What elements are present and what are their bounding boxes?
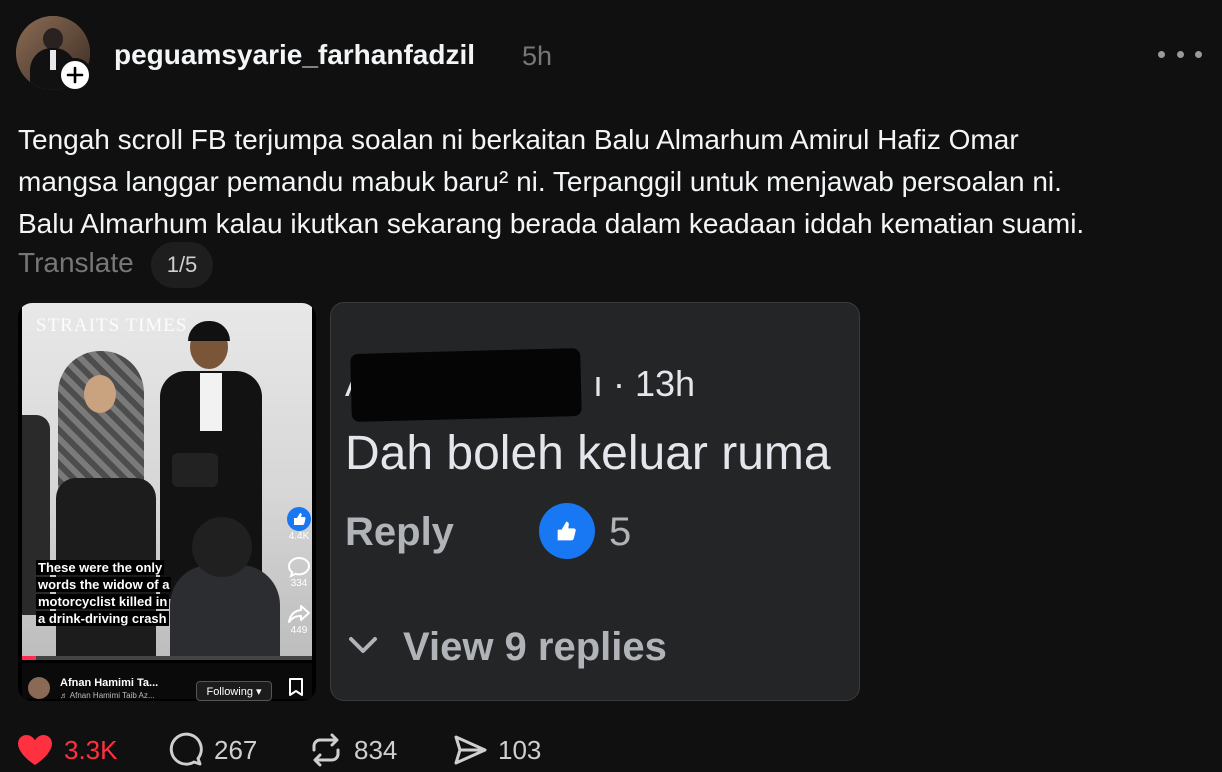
post-time: 5h	[522, 41, 553, 71]
repost-count: 834	[354, 734, 398, 765]
author-avatar	[28, 677, 50, 699]
caption-line: a drink-driving crash	[36, 611, 169, 626]
avatar-head	[43, 28, 63, 50]
heart-icon	[18, 735, 52, 765]
video-music: ♬ Afnan Hamimi Taib Az...	[60, 691, 155, 700]
comment-text: Dah boleh keluar ruma	[345, 427, 831, 480]
share-button[interactable]: 103	[452, 728, 541, 772]
lawyer-collar	[200, 373, 222, 431]
video-like-count: 4.4K	[288, 531, 310, 542]
video-caption: These were the only words the widow of a…	[36, 559, 172, 627]
media-comment-screenshot[interactable]: A ı · 13h Dah boleh keluar ruma Reply 5 …	[330, 302, 860, 701]
caption-line: words the widow of a	[36, 577, 172, 592]
post-text-line: mangsa langgar pemandu mabuk baru² ni. T…	[18, 166, 1062, 197]
media-video-thumbnail[interactable]: STRAITS TIMES These were the only words …	[18, 303, 316, 701]
more-icon[interactable]	[1158, 46, 1202, 62]
video-progress-bar[interactable]	[22, 656, 312, 660]
camera	[172, 453, 218, 487]
comment-time: ı · 13h	[593, 363, 696, 404]
post-text: Tengah scroll FB terjumpa soalan ni berk…	[18, 119, 1208, 245]
comment-icon[interactable]	[287, 556, 311, 578]
video-author: Afnan Hamimi Ta...	[60, 677, 159, 689]
repost-icon	[312, 733, 340, 767]
reply-label: Reply	[345, 510, 454, 554]
cameraman-head	[192, 517, 252, 577]
caption-line: These were the only	[36, 560, 165, 575]
follow-plus-icon[interactable]	[58, 58, 92, 92]
page-indicator: 1/5	[151, 242, 213, 288]
share-count: 103	[498, 734, 542, 765]
post-text-line: Balu Almarhum kalau ikutkan sekarang ber…	[18, 208, 1085, 239]
like-count: 3.3K	[64, 734, 118, 765]
following-button[interactable]: Following ▾	[196, 681, 272, 701]
translate-link[interactable]: Translate	[18, 247, 134, 279]
watermark: STRAITS TIMES	[36, 315, 188, 336]
username[interactable]: peguamsyarie_farhanfadzil	[114, 39, 475, 71]
post-text-line: Tengah scroll FB terjumpa soalan ni berk…	[18, 124, 1019, 155]
like-button[interactable]: 3.3K	[16, 728, 118, 772]
video-frame: STRAITS TIMES These were the only words …	[22, 303, 312, 656]
video-footer: Afnan Hamimi Ta... ♬ Afnan Hamimi Taib A…	[22, 663, 312, 701]
view-replies-label: View 9 replies	[403, 625, 667, 669]
post-action-bar: 3.3K 267 834 103	[16, 728, 616, 772]
repost-button[interactable]: 834	[308, 728, 397, 772]
widow-face	[84, 375, 116, 413]
bookmark-icon[interactable]	[288, 677, 304, 697]
thumbs-up-icon	[539, 503, 595, 559]
chevron-down-icon	[349, 637, 377, 653]
comment-count: 267	[214, 734, 258, 765]
comment-like-count: 5	[609, 510, 632, 554]
send-icon	[454, 735, 487, 765]
comment-icon	[169, 732, 203, 766]
redaction-mark	[350, 348, 582, 422]
comment-button[interactable]: 267	[168, 728, 257, 772]
video-share-count: 449	[290, 625, 308, 636]
lawyer-hair	[188, 321, 230, 341]
share-icon[interactable]	[287, 603, 311, 625]
caption-line: motorcyclist killed in	[36, 594, 170, 609]
video-side-actions: 4.4K 334 449	[286, 507, 312, 650]
avatar-collar	[50, 50, 56, 70]
cameraman-body	[170, 565, 280, 656]
thumbs-up-icon[interactable]	[287, 507, 311, 531]
video-comment-count: 334	[290, 578, 308, 589]
